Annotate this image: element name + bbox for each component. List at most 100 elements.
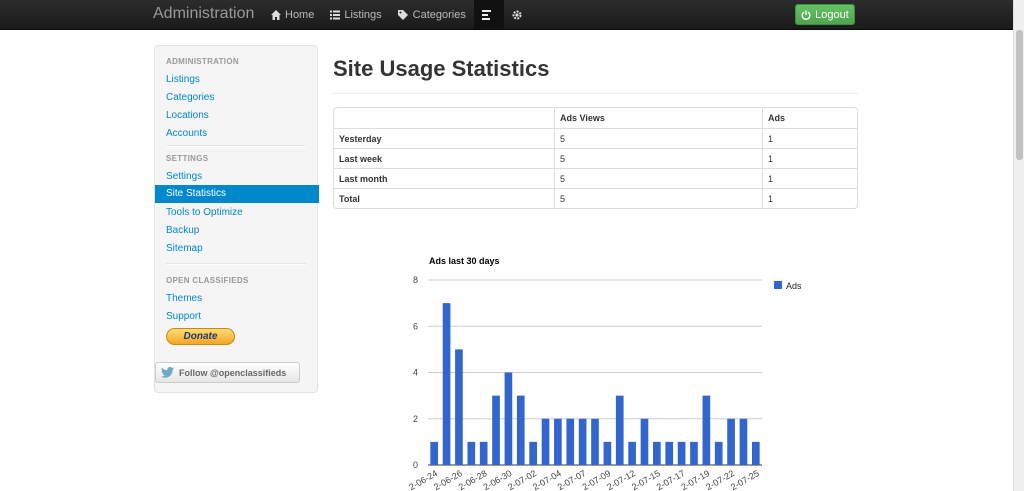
sidebar-item-backup[interactable]: Backup [166, 225, 199, 236]
page-title: Site Usage Statistics [333, 56, 550, 81]
table-header: Ads [762, 108, 857, 128]
sidebar-item-themes[interactable]: Themes [166, 293, 202, 304]
bar [677, 441, 686, 465]
bar [492, 395, 500, 465]
bar [739, 418, 748, 465]
bar [504, 372, 513, 465]
bar [430, 441, 439, 465]
follow-label: Follow @openclassifieds [179, 367, 287, 378]
y-tick-label: 6 [413, 321, 418, 331]
nav-statistics[interactable] [473, 0, 504, 29]
chart-title: Ads last 30 days [429, 256, 500, 266]
nav-home-label: Home [285, 8, 315, 21]
bar [653, 441, 661, 465]
nav-categories[interactable]: Categories [390, 0, 474, 29]
nav-listings[interactable]: Listings [322, 0, 389, 29]
table-row: Total 5 1 [334, 188, 857, 208]
table-cell: Last month [334, 168, 554, 188]
sidebar-item-listings[interactable]: Listings [166, 74, 200, 85]
stats-table: Ads Views Ads Yesterday 5 1 Last week 5 … [333, 107, 858, 209]
table-cell: 5 [554, 168, 762, 188]
y-tick-label: 4 [413, 368, 418, 378]
legend-label: Ads [786, 281, 802, 291]
table-header-row: Ads Views Ads [334, 108, 857, 128]
logout-button[interactable]: Logout [795, 4, 855, 25]
y-tick-label: 2 [413, 414, 418, 424]
x-tick-label: 2-07-25 [729, 468, 761, 491]
gear-icon [512, 10, 522, 19]
bar [455, 349, 463, 465]
follow-button[interactable]: Follow @openclassifieds [155, 362, 300, 383]
table-cell: 5 [554, 148, 762, 168]
bar [529, 441, 537, 465]
bar [603, 441, 612, 465]
nav-categories-label: Categories [412, 8, 466, 21]
sidebar-item-site-statistics[interactable]: Site Statistics [155, 185, 319, 203]
bar [751, 441, 760, 465]
table-cell: Yesterday [334, 128, 554, 148]
bar [442, 303, 451, 465]
bar [566, 418, 575, 465]
sidebar-item-sitemap[interactable]: Sitemap [166, 243, 203, 254]
sidebar-item-locations[interactable]: Locations [166, 110, 209, 121]
bar [578, 418, 587, 465]
table-cell: Last week [334, 148, 554, 168]
sidebar-item-categories[interactable]: Categories [166, 92, 214, 103]
home-icon [271, 9, 281, 20]
table-cell: 1 [762, 128, 857, 148]
table-header [334, 108, 554, 128]
table-cell: 5 [554, 128, 762, 148]
list-icon [330, 10, 341, 19]
logout-label: Logout [815, 8, 849, 21]
bar [727, 418, 735, 465]
tag-icon [397, 9, 408, 20]
power-icon [801, 10, 811, 20]
table-cell: 1 [762, 168, 857, 188]
sidebar-header-administration: Administration [166, 57, 239, 66]
main-nav: Home Listings Categories [263, 0, 534, 29]
table-cell: 1 [762, 148, 857, 168]
bar [467, 441, 476, 465]
page-scrollbar[interactable] [1013, 0, 1024, 491]
bar [628, 441, 636, 465]
table-row: Last month 5 1 [334, 168, 857, 188]
align-left-icon [481, 9, 491, 20]
sidebar-header-settings: Settings [166, 154, 209, 163]
top-navbar: Administration Home Listings Categories … [0, 0, 1013, 30]
sidebar-header-open-classifieds: Open Classifieds [166, 276, 249, 285]
donate-button[interactable]: Donate [166, 328, 235, 345]
sidebar-item-tools-to-optimize[interactable]: Tools to Optimize [166, 207, 243, 218]
bar [714, 441, 723, 465]
sidebar: Administration Listings Categories Locat… [154, 45, 319, 393]
sidebar-item-support[interactable]: Support [166, 311, 201, 322]
sidebar-item-settings[interactable]: Settings [166, 171, 202, 182]
bar [640, 418, 649, 465]
bar [541, 418, 550, 465]
nav-home[interactable]: Home [263, 0, 322, 29]
y-tick-label: 0 [413, 460, 418, 470]
bar [554, 418, 562, 465]
bar [591, 418, 599, 465]
nav-listings-label: Listings [344, 8, 382, 21]
legend-swatch [774, 281, 782, 289]
table-row: Last week 5 1 [334, 148, 857, 168]
y-tick-label: 8 [413, 275, 418, 285]
bar [615, 395, 624, 465]
bar [479, 441, 488, 465]
table-row: Yesterday 5 1 [334, 128, 857, 148]
bar [665, 441, 674, 465]
bar [690, 441, 698, 465]
nav-settings[interactable] [504, 0, 534, 29]
title-divider [333, 93, 858, 94]
sidebar-divider [166, 145, 306, 147]
bar [516, 395, 525, 465]
table-header: Ads Views [554, 108, 762, 128]
scroll-thumb[interactable] [1016, 30, 1023, 160]
ads-bar-chart: Ads last 30 days024682-06-242-06-262-06-… [407, 256, 802, 491]
brand[interactable]: Administration [153, 5, 254, 23]
bar [702, 395, 711, 465]
sidebar-item-accounts[interactable]: Accounts [166, 128, 207, 139]
table-cell: 1 [762, 188, 857, 208]
table-cell: 5 [554, 188, 762, 208]
twitter-bird-icon [161, 367, 174, 378]
